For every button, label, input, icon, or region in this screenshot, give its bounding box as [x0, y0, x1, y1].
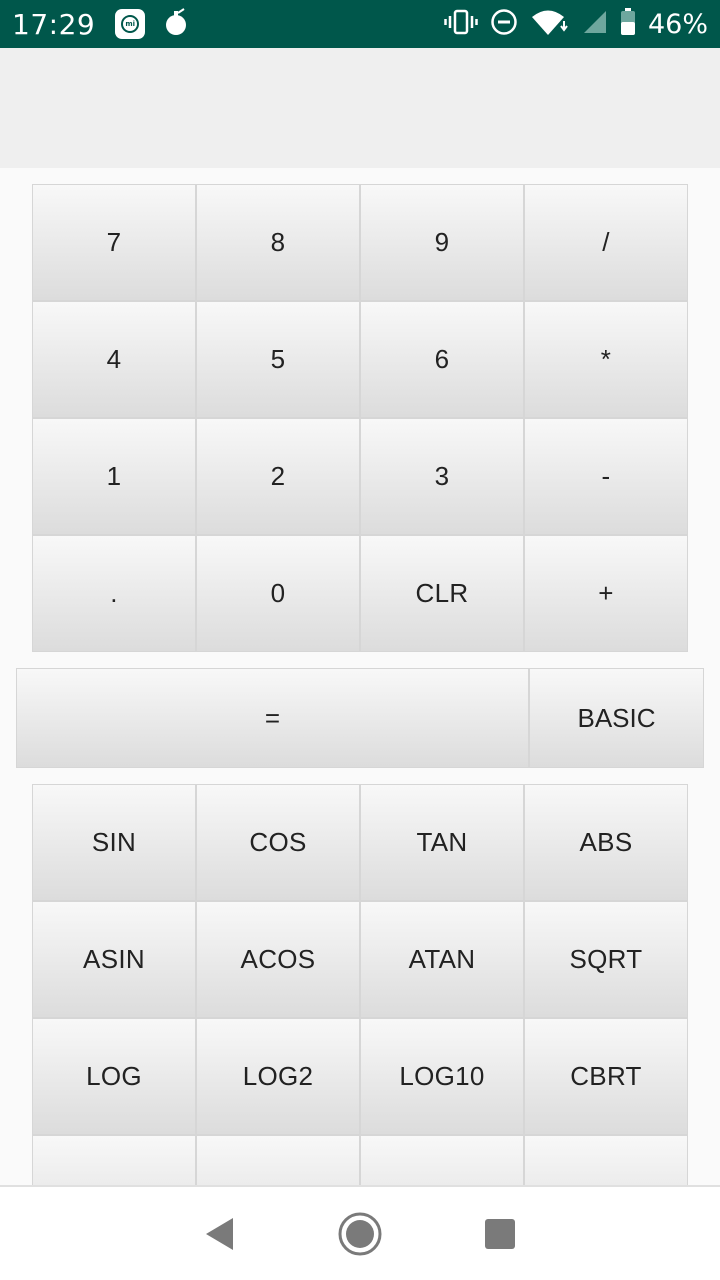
basic-keypad: 7 8 9/ 4 5 6 * 1 2 3-. 0 CLR +: [32, 184, 688, 652]
mi-app-icon: mi: [115, 9, 146, 39]
key-3[interactable]: 3: [361, 419, 523, 534]
key-tan[interactable]: TAN: [361, 785, 523, 900]
scientific-keypad: SIN COS TAN ABS ASIN ACOS ATAN SQRT LOG LOG2 LOG10…: [32, 784, 688, 1252]
key-7[interactable]: 7: [33, 185, 195, 300]
key-decimal[interactable]: .: [33, 536, 195, 651]
do-not-disturb-icon: [490, 8, 518, 40]
status-time: 17:29: [12, 7, 96, 41]
home-icon[interactable]: [330, 1204, 390, 1264]
key-5[interactable]: 5: [197, 302, 359, 417]
wifi-icon: [530, 8, 570, 40]
key-6[interactable]: 6: [361, 302, 523, 417]
recents-icon[interactable]: [470, 1204, 530, 1264]
key-multiply[interactable]: *: [525, 302, 687, 417]
key-cos[interactable]: COS: [197, 785, 359, 900]
key-subtract[interactable]: -: [525, 419, 687, 534]
back-icon[interactable]: [190, 1204, 250, 1264]
calculator-display: [0, 48, 720, 168]
key-abs[interactable]: ABS: [525, 785, 687, 900]
key-divide[interactable]: /: [525, 185, 687, 300]
key-cbrt[interactable]: CBRT: [525, 1019, 687, 1134]
key-0[interactable]: 0: [197, 536, 359, 651]
battery-icon: [620, 8, 636, 40]
basic-mode-button[interactable]: BASIC: [530, 669, 703, 767]
key-add[interactable]: +: [525, 536, 687, 651]
grenade-icon: [163, 7, 189, 41]
equals-row: = BASIC: [16, 668, 704, 768]
vibrate-icon: [444, 9, 478, 39]
status-bar: 17:29 mi 46%: [0, 0, 720, 48]
navigation-bar: [0, 1185, 720, 1280]
key-4[interactable]: 4: [33, 302, 195, 417]
key-8[interactable]: 8: [197, 185, 359, 300]
key-sin[interactable]: SIN: [33, 785, 195, 900]
equals-button[interactable]: =: [17, 669, 528, 767]
key-log2[interactable]: LOG2: [197, 1019, 359, 1134]
key-asin[interactable]: ASIN: [33, 902, 195, 1017]
key-1[interactable]: 1: [33, 419, 195, 534]
key-9[interactable]: 9: [361, 185, 523, 300]
key-atan[interactable]: ATAN: [361, 902, 523, 1017]
key-log10[interactable]: LOG10: [361, 1019, 523, 1134]
signal-icon: [582, 9, 608, 39]
key-clear[interactable]: CLR: [361, 536, 523, 651]
key-2[interactable]: 2: [197, 419, 359, 534]
key-sqrt[interactable]: SQRT: [525, 902, 687, 1017]
battery-percent: 46%: [647, 8, 708, 40]
key-log[interactable]: LOG: [33, 1019, 195, 1134]
key-acos[interactable]: ACOS: [197, 902, 359, 1017]
